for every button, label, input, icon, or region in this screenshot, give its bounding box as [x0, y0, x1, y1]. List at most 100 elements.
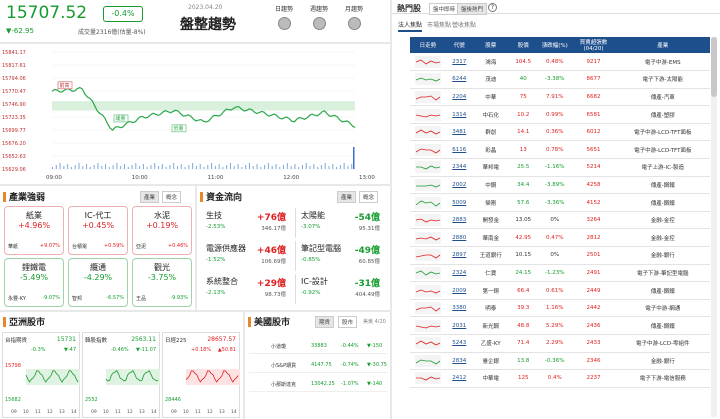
table-row[interactable]: 2031 新光鋼 48.8 5.29% 2436 傳產-鋼鐵	[410, 316, 710, 335]
stock-code[interactable]: 2009	[445, 281, 473, 300]
table-row[interactable]: 2897 王道銀行 10.15 0% 2501 金融-銀行	[410, 246, 710, 265]
industry-tab-industry[interactable]: 產業	[140, 191, 160, 203]
table-row[interactable]: 2880 華南金 42.95 0.47% 2812 金融-金控	[410, 228, 710, 248]
us-value: 33883	[311, 343, 327, 349]
us-name: 小道瓊	[271, 344, 287, 350]
hot-tab-intraday[interactable]: 盤中即時	[429, 3, 460, 15]
hot-subtab-revenue[interactable]: 營收焦點	[452, 20, 476, 29]
daily-spark-cell	[410, 158, 446, 177]
stock-code[interactable]: 2002	[445, 176, 473, 195]
stock-code[interactable]: 2031	[445, 316, 473, 335]
us-market-row[interactable]: 小那斯達克 13042.25 -1.07% ▼-140	[249, 376, 387, 392]
stock-code[interactable]: 6244	[445, 70, 473, 89]
stock-code[interactable]: 2412	[445, 369, 473, 388]
table-row[interactable]: 5243 乙盛-KY 71.4 2.29% 2433 電子中游-LCD-零組件	[410, 334, 710, 353]
stock-code[interactable]: 5009	[445, 193, 473, 212]
flow-item[interactable]: 筆記型電腦 -0.85% -49億 60.85億	[295, 241, 384, 271]
volume-bar	[120, 166, 122, 169]
stock-net-buy: 4152	[571, 193, 616, 212]
table-row[interactable]: 2324 仁寶 24.15 -1.23% 2491 電子下游-筆記型電腦	[410, 264, 710, 283]
daily-spark-cell	[410, 140, 446, 160]
asia-market-card[interactable]: 韓股指數 2563.11 -0.46% ▼-11.07 2552 09 10 11 12 13 14	[82, 332, 160, 418]
industry-card[interactable]: 水泥 +0.19% 亞泥 +0.46%	[132, 206, 192, 255]
stock-net-buy: 3264	[571, 211, 616, 230]
stock-code[interactable]: 2897	[445, 246, 473, 265]
stock-code[interactable]: 2204	[445, 88, 473, 107]
consolidation-band	[52, 101, 355, 111]
table-row[interactable]: 2344 華邦電 25.5 -1.16% 5214 電子上游-IC-製造	[410, 158, 710, 177]
stock-price: 10.15	[508, 246, 538, 265]
help-icon[interactable]: ?	[488, 3, 497, 12]
flow-pct: -3.07%	[301, 224, 321, 230]
flow-pct: -0.85%	[301, 257, 321, 263]
stock-code[interactable]: 3380	[445, 299, 473, 318]
hot-subtab-institutional[interactable]: 法人焦點	[398, 20, 423, 32]
hot-subtab-market[interactable]: 市場焦點	[427, 20, 451, 29]
flow-tab-industry[interactable]: 產業	[337, 191, 357, 203]
industry-leader: 台積電 +0.59%	[72, 243, 124, 250]
asia-market-card[interactable]: 台指期貨 15731 -0.3% ▼-47 15798 15682 09 10 11 12 13 14	[2, 332, 80, 418]
flow-pct: -2.13%	[206, 290, 226, 296]
y-tick-label: 15676.20	[2, 141, 26, 147]
stock-code[interactable]: 1314	[445, 105, 473, 124]
flow-item[interactable]: IC-設計 -0.92% -31億 404.49億	[295, 274, 384, 304]
us-market-row[interactable]: 小S&P期貨 4147.75 -0.74% ▼-30.75	[249, 357, 387, 373]
column-header: 買賣超張數(04/20)	[571, 37, 616, 53]
volume-bar	[324, 163, 326, 169]
stock-code[interactable]: 5243	[445, 334, 473, 353]
table-row[interactable]: 3481 群創 14.1 0.36% 6012 電子中游-LCD-TFT面板	[410, 123, 710, 142]
stock-net-buy: 2501	[571, 246, 616, 265]
volume-bar	[161, 164, 163, 169]
industry-card[interactable]: IC-代工 +0.45% 台積電 +0.59%	[68, 206, 128, 255]
hot-tab-afterhours[interactable]: 盤後熱門	[457, 3, 488, 15]
stock-code[interactable]: 2317	[445, 53, 473, 72]
asia-market-card[interactable]: 日經225 28657.57 +0.18% ▲50.81 28446 09 10 11 12 13…	[162, 332, 240, 418]
stock-code[interactable]: 2834	[445, 352, 473, 371]
table-row[interactable]: 2883 開發金 13.05 0% 3264 金融-金控	[410, 211, 710, 230]
flow-item[interactable]: 系統整合 -2.13% +29億 98.73億	[201, 274, 290, 304]
table-row[interactable]: 2317 鴻海 104.5 0.48% 9217 電子中游-EMS	[410, 53, 710, 72]
table-row[interactable]: 2002 中鋼 34.4 -3.89% 4258 傳產-鋼鐵	[410, 176, 710, 195]
stock-net-buy: 2237	[571, 369, 616, 388]
industry-card[interactable]: 觀光 -3.75% 王品 -9.93%	[132, 258, 192, 307]
stock-code[interactable]: 2880	[445, 228, 473, 248]
flow-item[interactable]: 太陽能 -3.07% -54億 95.31億	[295, 208, 384, 238]
volume-bar	[241, 167, 243, 169]
industry-card[interactable]: 鋰鐵電 -5.49% 永豐-KY -9.07%	[4, 258, 64, 307]
table-row[interactable]: 2834 臺企銀 13.8 -0.36% 2346 金融-銀行	[410, 352, 710, 371]
table-row[interactable]: 3380 明泰 39.3 1.16% 2442 電子中游-網通	[410, 299, 710, 318]
stock-code[interactable]: 2324	[445, 264, 473, 283]
flow-item[interactable]: 電源供應器 -1.52% +46億 106.69億	[201, 241, 290, 271]
table-row[interactable]: 6244 茂迪 40 -3.38% 8677 電子下游-太陽能	[410, 70, 710, 89]
flow-item[interactable]: 生技 -2.53% +76億 346.17億	[201, 208, 290, 238]
scrollbar[interactable]	[711, 37, 717, 417]
stock-code[interactable]: 2883	[445, 211, 473, 230]
trend-weekly[interactable]: 週趨勢	[307, 4, 331, 30]
stock-code[interactable]: 6116	[445, 140, 473, 160]
us-tab-futures[interactable]: 期貨	[315, 316, 335, 328]
table-row[interactable]: 1314 中石化 10.2 0.99% 6581 傳產-塑膠	[410, 105, 710, 124]
stock-code[interactable]: 2344	[445, 158, 473, 177]
trend-daily[interactable]: 日趨勢	[272, 4, 296, 30]
table-row[interactable]: 5009 榮剛 57.6 -3.36% 4152 傳產-鋼鐵	[410, 193, 710, 212]
table-row[interactable]: 2204 中華 75 7.91% 6682 傳產-汽車	[410, 88, 710, 107]
volume-bar	[328, 166, 330, 169]
industry-card[interactable]: 紙業 +4.96% 華紙 +9.07%	[4, 206, 64, 255]
index-volume: 成交量2316億(估量-8%)	[78, 29, 146, 36]
us-date: 美東 4/20	[363, 319, 386, 325]
stock-code[interactable]: 3481	[445, 123, 473, 142]
industry-card[interactable]: 纜通 -4.29% 智邦 -6.57%	[68, 258, 128, 307]
industry-tab-concept[interactable]: 概念	[162, 191, 182, 203]
stock-industry: 電子中游-EMS	[615, 53, 710, 72]
us-tab-stocks[interactable]: 股市	[338, 316, 358, 328]
asia-x-tick: 14	[231, 410, 237, 415]
table-row[interactable]: 2412 中華電 125 0.4% 2237 電子下游-電信服務	[410, 369, 710, 388]
daily-sparkline	[414, 126, 441, 139]
trend-monthly[interactable]: 月趨勢	[342, 4, 366, 30]
table-row[interactable]: 2009 第一銅 66.4 0.61% 2449 傳產-鋼鐵	[410, 281, 710, 300]
daily-sparkline	[414, 302, 441, 315]
volume-bar	[218, 164, 220, 169]
us-market-row[interactable]: 小道瓊 33883 -0.44% ▼-150	[249, 338, 387, 354]
table-row[interactable]: 6116 彩晶 13 0.78% 5651 電子中游-LCD-TFT面板	[410, 140, 710, 160]
flow-tab-concept[interactable]: 概念	[359, 191, 379, 203]
